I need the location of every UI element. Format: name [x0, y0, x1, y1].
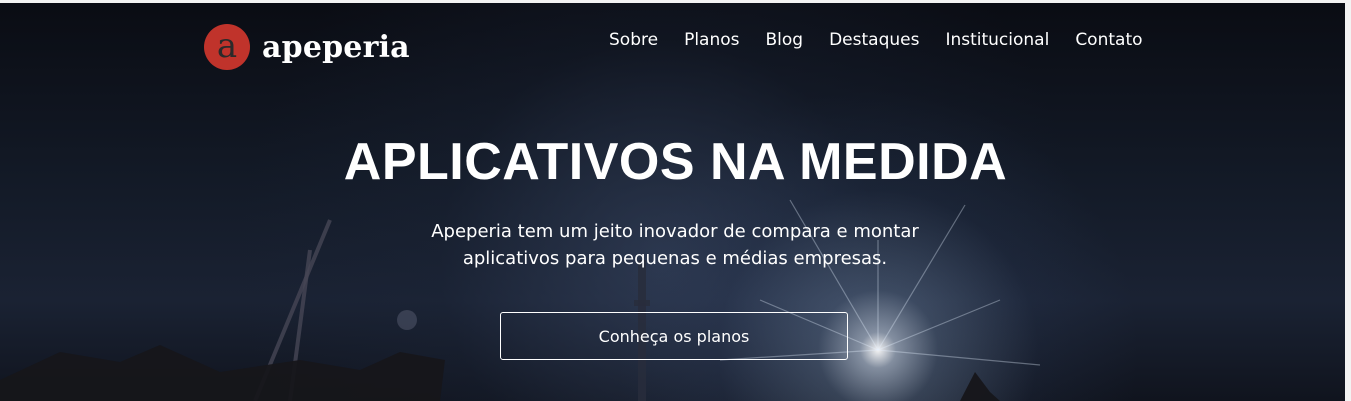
nav-item-planos[interactable]: Planos [684, 30, 739, 50]
hero-headline: APLICATIVOS NA MEDIDA [343, 133, 1008, 191]
right-border [1345, 0, 1351, 401]
svg-text:a: a [217, 26, 237, 66]
site-logo[interactable]: a apeperia [204, 24, 410, 70]
nav-item-contato[interactable]: Contato [1075, 30, 1142, 50]
hero-subtitle: Apeperia tem um jeito inovador de compar… [350, 218, 1000, 272]
main-nav: Sobre Planos Blog Destaques Instituciona… [609, 30, 1143, 50]
hero-section: a apeperia Sobre Planos Blog Destaques I… [0, 0, 1351, 401]
lens-orb [397, 310, 417, 330]
hero-subtitle-line-2: aplicativos para pequenas e médias empre… [462, 248, 888, 269]
nav-item-blog[interactable]: Blog [766, 30, 804, 50]
view-plans-button[interactable]: Conheça os planos [500, 312, 848, 360]
brand-name: apeperia [262, 29, 410, 65]
hero-subtitle-line-1: Apeperia tem um jeito inovador de compar… [431, 221, 919, 242]
nav-item-sobre[interactable]: Sobre [609, 30, 658, 50]
letter-a-icon: a [217, 26, 237, 66]
logo-mark-icon: a [204, 24, 250, 70]
nav-item-destaques[interactable]: Destaques [829, 30, 919, 50]
nav-item-institucional[interactable]: Institucional [945, 30, 1049, 50]
top-border [0, 0, 1351, 3]
